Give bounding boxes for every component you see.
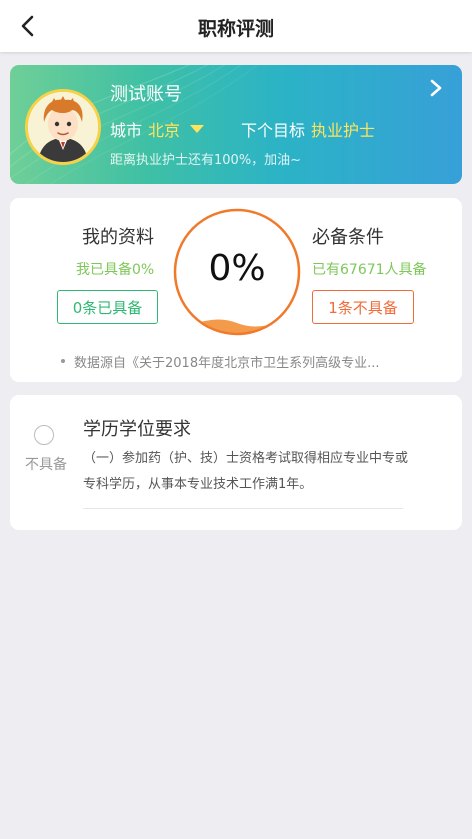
account-name: 测试账号	[110, 84, 182, 105]
target-label: 下个目标	[241, 121, 306, 140]
gauge-value: 0%	[208, 248, 266, 289]
unchecked-circle-icon[interactable]	[34, 425, 54, 445]
requirement-card: 不具备 学历学位要求 （一）参加药（护、技）士资格考试取得相应专业中专或专科学历…	[10, 395, 462, 530]
target-value: 执业护士	[311, 121, 376, 140]
unmet-conditions-button[interactable]: 1条不具备	[312, 290, 414, 324]
dropdown-triangle-icon[interactable]	[190, 125, 205, 133]
avatar[interactable]	[25, 89, 101, 165]
city-label: 城市	[110, 121, 143, 140]
required-conditions-title: 必备条件	[312, 227, 384, 248]
my-data-subtitle: 我已具备0%	[76, 262, 155, 278]
chevron-right-icon[interactable]	[426, 77, 446, 99]
required-conditions-subtitle: 已有67671人具备	[312, 262, 427, 278]
requirement-description: （一）参加药（护、技）士资格考试取得相应专业中专或专科学历，从事本专业技术工作满…	[83, 451, 409, 492]
user-avatar-illustration	[28, 92, 98, 162]
divider	[83, 508, 403, 509]
data-source-text[interactable]: 数据源自《关于2018年度北京市卫生系列高级专业...	[60, 352, 420, 371]
data-source-label: 数据源自《关于2018年度北京市卫生系列高级专业...	[74, 356, 380, 371]
requirement-title: 学历学位要求	[83, 419, 191, 440]
city-value[interactable]: 北京	[148, 117, 180, 141]
city-target-row: 城市 北京 下个目标 执业护士	[110, 117, 375, 141]
requirement-status: 不具备	[25, 457, 67, 473]
progress-text: 距离执业护士还有100%，加油~	[110, 153, 302, 168]
page-title: 职称评测	[197, 18, 274, 40]
top-nav-bar: 职称评测	[0, 0, 472, 52]
my-data-title: 我的资料	[82, 227, 154, 248]
profile-card[interactable]: 测试账号 城市 北京 下个目标 执业护士 距离执业护士还有100%，加油~	[10, 65, 462, 184]
stats-card: 我的资料 我已具备0% 0条已具备 0% 必备条件 已有67671人具备 1条不…	[10, 198, 462, 382]
met-conditions-button[interactable]: 0条已具备	[57, 290, 158, 324]
